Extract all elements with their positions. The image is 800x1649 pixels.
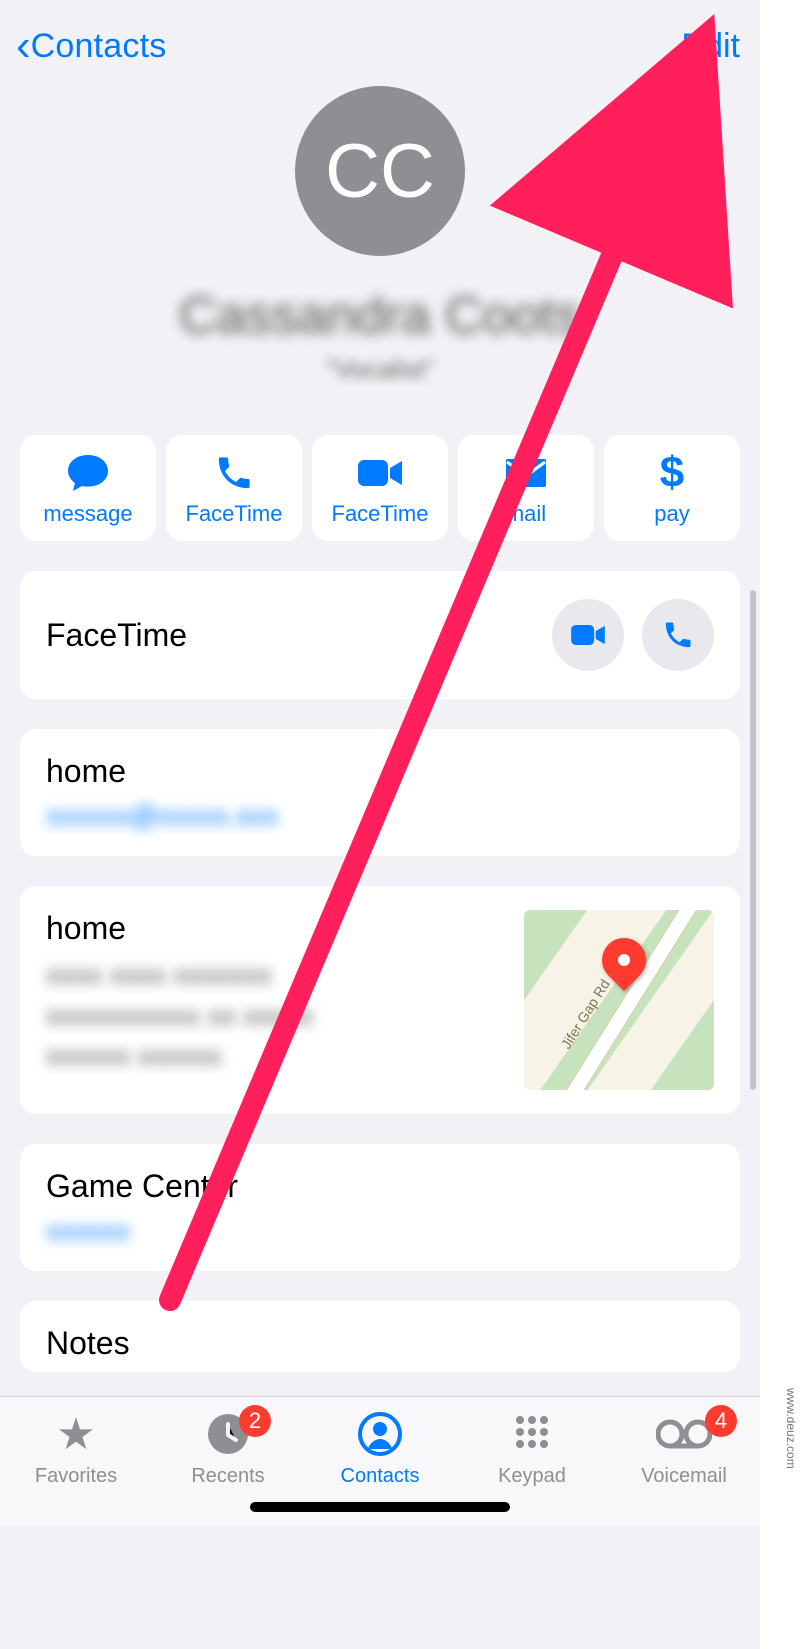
edit-button[interactable]: Edit — [681, 27, 740, 66]
watermark: www.deuz.com — [784, 1388, 798, 1469]
tab-favorites[interactable]: ★ Favorites — [11, 1409, 141, 1488]
page-margin: www.deuz.com — [760, 0, 800, 1649]
tab-recents[interactable]: 2 Recents — [163, 1409, 293, 1488]
pay-label: pay — [654, 501, 689, 527]
gamecenter-card[interactable]: Game Center xxxxxx — [20, 1144, 740, 1271]
notes-card[interactable]: Notes — [20, 1301, 740, 1372]
avatar-initials: CC — [325, 128, 435, 215]
chevron-left-icon: ‹ — [16, 24, 31, 68]
tab-bar: ★ Favorites 2 Recents Contacts — [0, 1396, 760, 1526]
voicemail-badge: 4 — [705, 1405, 737, 1437]
tab-keypad[interactable]: Keypad — [467, 1409, 597, 1488]
pay-button[interactable]: $ pay — [604, 435, 740, 541]
email-value: xxxxxx@xxxxx.xxx — [46, 800, 714, 832]
phone-icon — [214, 451, 254, 495]
star-icon: ★ — [11, 1409, 141, 1459]
email-card[interactable]: home xxxxxx@xxxxx.xxx — [20, 729, 740, 856]
tab-contacts-label: Contacts — [315, 1465, 445, 1488]
back-button[interactable]: ‹ Contacts — [16, 24, 166, 68]
tab-voicemail-label: Voicemail — [619, 1465, 749, 1488]
tab-recents-label: Recents — [163, 1465, 293, 1488]
facetime-audio-round-button[interactable] — [642, 599, 714, 671]
tab-contacts[interactable]: Contacts — [315, 1409, 445, 1488]
map-thumbnail[interactable]: Jifer Gap Rd — [524, 910, 714, 1090]
mail-button[interactable]: mail — [458, 435, 594, 541]
contacts-icon — [315, 1409, 445, 1459]
video-icon — [356, 451, 404, 495]
email-label: home — [46, 753, 714, 790]
back-label: Contacts — [31, 27, 167, 66]
address-card[interactable]: home xxxx xxxx xxxxxxx xxxxxxxxxxx xx xx… — [20, 886, 740, 1114]
quick-actions-row: message FaceTime FaceTime mail $ pay — [0, 395, 760, 541]
message-label: message — [43, 501, 132, 527]
contact-subtitle: "Vocalist" — [0, 354, 760, 385]
facetime-audio-label: FaceTime — [186, 501, 283, 527]
tab-keypad-label: Keypad — [467, 1465, 597, 1488]
mail-label: mail — [506, 501, 546, 527]
mail-icon — [504, 451, 548, 495]
keypad-icon — [467, 1409, 597, 1459]
gamecenter-label: Game Center — [46, 1168, 714, 1205]
navigation-bar: ‹ Contacts Edit — [0, 0, 760, 76]
notes-label: Notes — [46, 1325, 714, 1362]
contact-header: CC Cassandra Coots "Vocalist" — [0, 76, 760, 395]
tab-favorites-label: Favorites — [11, 1465, 141, 1488]
gamecenter-value: xxxxxx — [46, 1215, 714, 1247]
facetime-video-button[interactable]: FaceTime — [312, 435, 448, 541]
facetime-video-round-button[interactable] — [552, 599, 624, 671]
facetime-card: FaceTime — [20, 571, 740, 699]
clock-icon — [163, 1409, 293, 1459]
tab-voicemail[interactable]: 4 Voicemail — [619, 1409, 749, 1488]
recents-badge: 2 — [239, 1405, 271, 1437]
facetime-audio-button[interactable]: FaceTime — [166, 435, 302, 541]
contact-name: Cassandra Coots — [0, 286, 760, 346]
home-indicator — [250, 1502, 510, 1512]
address-label: home — [46, 910, 504, 947]
facetime-video-label: FaceTime — [332, 501, 429, 527]
dollar-icon: $ — [660, 451, 684, 495]
message-button[interactable]: message — [20, 435, 156, 541]
facetime-card-label: FaceTime — [46, 617, 187, 654]
avatar: CC — [295, 86, 465, 256]
message-icon — [66, 451, 110, 495]
scroll-indicator — [750, 590, 756, 1090]
address-value: xxxx xxxx xxxxxxx xxxxxxxxxxx xx xxxxx x… — [46, 955, 504, 1077]
